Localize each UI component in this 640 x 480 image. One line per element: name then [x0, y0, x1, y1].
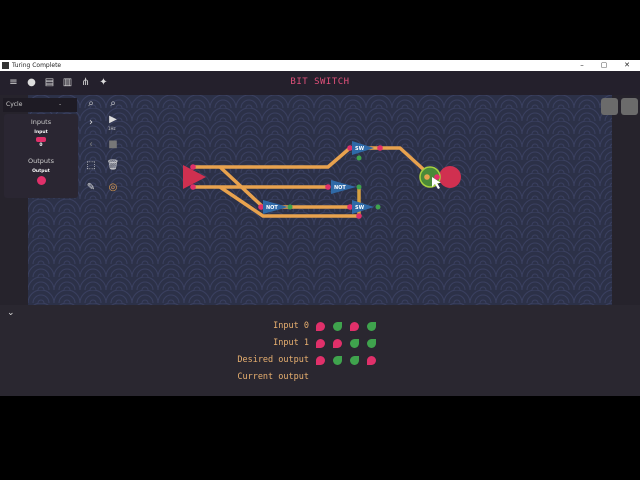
game-window: Turing Complete – ▢ ✕ ≡ ● ▤ ▥ ⋔ ✦ BIT SW…	[0, 60, 640, 396]
pencil-icon[interactable]: ✎	[84, 181, 98, 195]
switch-label: SW	[355, 205, 365, 211]
minimize-button[interactable]: –	[572, 60, 592, 71]
truth-bit-dot	[367, 322, 376, 331]
top-toolbar: ≡ ● ▤ ▥ ⋔ ✦ BIT SWITCH	[0, 71, 640, 95]
cycle-value: -	[59, 101, 62, 108]
truth-row-label: Input 0	[273, 321, 309, 331]
truth-bit-dot	[333, 322, 342, 331]
truth-bit-dot	[333, 339, 342, 348]
truth-row-label: Desired output	[237, 355, 309, 365]
chevron-down-icon[interactable]: ⌄	[7, 308, 15, 318]
truth-row-label: Current output	[237, 372, 309, 382]
app-icon	[2, 62, 9, 69]
play-icon[interactable]: ▶	[106, 113, 120, 127]
truth-bit-dot	[367, 356, 376, 365]
window-title: Turing Complete	[12, 62, 62, 69]
window-titlebar: Turing Complete – ▢ ✕	[0, 60, 640, 71]
zoom-in-icon[interactable]: ⌕	[106, 97, 120, 111]
level-title: BIT SWITCH	[290, 77, 350, 87]
truth-bit-dot	[350, 356, 359, 365]
truth-bit-dot	[316, 356, 325, 365]
maximize-button[interactable]: ▢	[594, 60, 614, 71]
stop-icon[interactable]: ■	[106, 138, 120, 152]
truth-bit-dot	[367, 339, 376, 348]
speed-label: 1Hz	[108, 126, 116, 131]
truth-bit-dot	[350, 339, 359, 348]
step-forward-icon[interactable]: ›	[84, 116, 98, 130]
cycle-counter: Cycle -	[3, 98, 77, 112]
select-box-icon[interactable]: ⬚	[84, 159, 98, 173]
output-label: Output	[32, 169, 50, 174]
inputs-heading: Inputs	[30, 118, 52, 126]
output-component-icon[interactable]	[37, 176, 46, 185]
zoom-out-icon[interactable]: ⌕	[84, 97, 98, 111]
io-panel: Inputs Input 0 Outputs Output	[4, 114, 78, 198]
truth-row-label: Input 1	[273, 338, 309, 348]
cycle-label: Cycle	[6, 101, 23, 108]
truth-table-panel: ⌄ Input 0 Input 1 Desired output Current…	[0, 305, 640, 396]
input-component-icon[interactable]	[36, 137, 46, 142]
truth-bit-dot	[350, 322, 359, 331]
not-label: NOT	[266, 205, 278, 211]
outputs-heading: Outputs	[28, 157, 54, 165]
not-label: NOT	[334, 185, 346, 191]
right-gutter	[612, 95, 640, 305]
trash-icon[interactable]: 🗑	[106, 159, 120, 173]
pin-left-button[interactable]	[601, 98, 618, 115]
switch-label: SW	[355, 146, 365, 152]
color-wheel-icon[interactable]: ◎	[106, 181, 120, 195]
pin-right-button[interactable]	[621, 98, 638, 115]
tool-column: ⌕ ⌕ › ▶ 1Hz ‹ ■ ⬚ 🗑 ✎ ◎	[80, 96, 124, 200]
truth-bit-dot	[316, 322, 325, 331]
input-value: 0	[39, 143, 43, 148]
close-button[interactable]: ✕	[617, 60, 637, 71]
step-back-icon[interactable]: ‹	[84, 138, 98, 152]
truth-bit-dot	[316, 339, 325, 348]
truth-bit-dot	[333, 356, 342, 365]
input-label: Input	[34, 130, 48, 135]
